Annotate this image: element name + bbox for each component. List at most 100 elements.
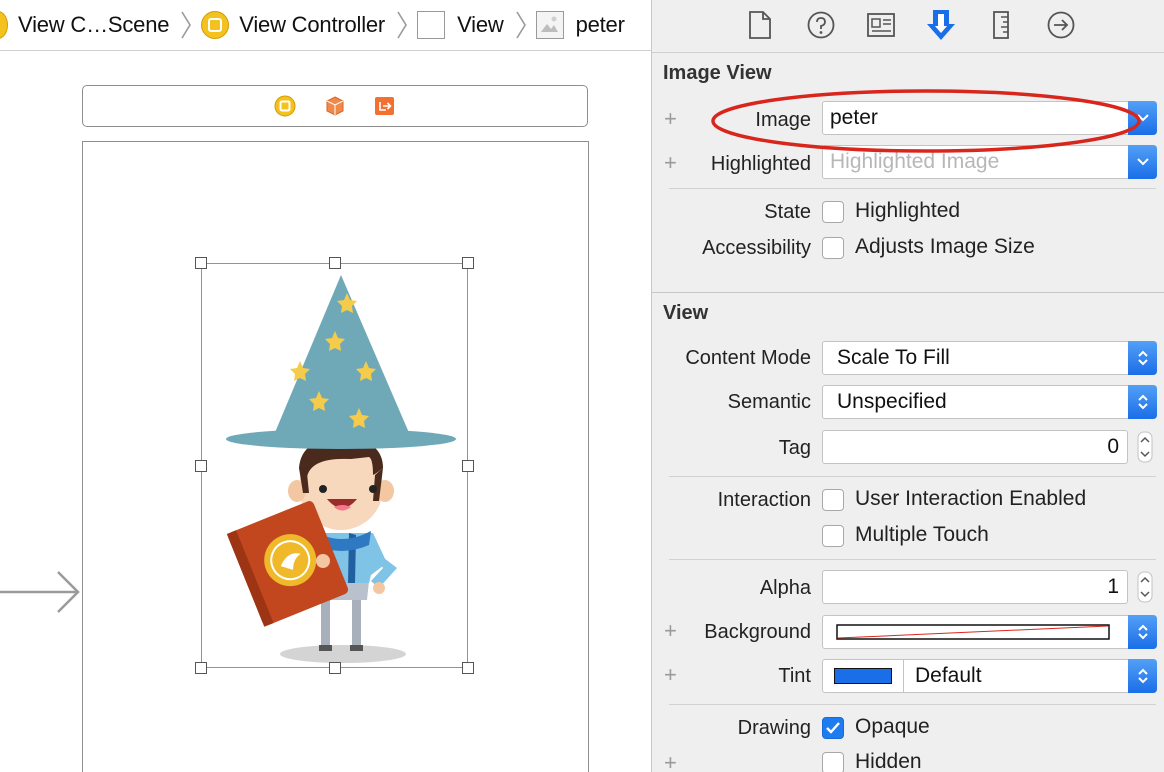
adjusts-image-size-checkbox[interactable] [822,237,844,259]
view-icon [417,11,446,39]
opaque-checkbox[interactable] [822,717,844,739]
divider [669,188,1156,189]
multiple-touch-checkbox[interactable] [822,525,844,547]
chevron-right-icon [181,11,192,39]
tag-field[interactable]: 0 [822,430,1128,464]
clear-color-swatch [836,624,1110,640]
stepper-arrows-icon [1137,571,1153,603]
view-controller-icon[interactable] [274,95,296,117]
adjusts-image-size-label: Adjusts Image Size [855,235,1035,258]
drawing-label: Drawing [737,717,811,739]
content-mode-label: Content Mode [685,347,811,369]
resize-handle[interactable] [462,460,474,472]
breadcrumb-item-scene[interactable]: View C…Scene [0,0,169,50]
hidden-checkbox[interactable] [822,752,844,772]
breadcrumb-label: View [457,12,504,37]
interaction-label: Interaction [717,489,811,511]
file-inspector-icon[interactable] [742,9,778,41]
multiple-touch-label: Multiple Touch [855,523,989,546]
tag-value: 0 [1107,435,1119,458]
user-interaction-enabled-label: User Interaction Enabled [855,487,1087,510]
checkmark-icon [826,722,840,734]
background-color-popup[interactable] [822,615,1157,649]
breadcrumb-label: peter [575,12,625,37]
resize-handle[interactable] [195,257,207,269]
storyboard-canvas: View C…Scene View Controller View peter [0,0,651,772]
user-interaction-enabled-checkbox[interactable] [822,489,844,511]
tint-swatch-well[interactable] [823,660,904,692]
highlighted-label: Highlighted [710,153,811,175]
breadcrumb: View C…Scene View Controller View peter [0,0,651,51]
breadcrumb-label: View Controller [239,12,386,37]
add-variation-button[interactable]: + [664,152,677,174]
semantic-popup-button[interactable] [1128,385,1157,419]
image-view-selection[interactable] [201,263,468,668]
identity-inspector-icon[interactable] [863,9,899,41]
up-down-chevron-icon [1137,350,1148,366]
tint-label: Tint [778,665,811,687]
divider [669,476,1156,477]
tint-color-swatch [834,668,892,684]
attributes-inspector: Image View + Image peter + Highlighted H… [651,0,1164,772]
chevron-right-icon [397,11,408,39]
content-mode-value: Scale To Fill [837,346,950,369]
up-down-chevron-icon [1137,668,1148,684]
alpha-label: Alpha [759,577,811,599]
content-mode-popup-button[interactable] [1128,341,1157,375]
size-inspector-icon[interactable] [983,9,1019,41]
initial-view-controller-arrow-icon[interactable] [0,570,82,614]
background-popup-button[interactable] [1128,615,1157,649]
up-down-chevron-icon [1137,394,1148,410]
semantic-popup[interactable]: Unspecified [822,385,1157,419]
alpha-value: 1 [1107,575,1119,598]
attributes-inspector-icon[interactable] [923,9,959,41]
highlighted-checkbox[interactable] [822,201,844,223]
inspector-tab-bar [652,0,1164,53]
connections-inspector-icon[interactable] [1043,9,1079,41]
tag-label: Tag [778,437,811,459]
breadcrumb-item-view-controller[interactable]: View Controller [201,0,385,50]
add-variation-button[interactable]: + [664,752,677,772]
resize-handle[interactable] [195,460,207,472]
semantic-value: Unspecified [837,390,947,413]
add-variation-button[interactable]: + [664,620,677,642]
opaque-label: Opaque [855,715,930,738]
divider [669,704,1156,705]
view-section-title: View [663,302,709,324]
stepper-arrows-icon [1137,431,1153,463]
alpha-field[interactable]: 1 [822,570,1128,604]
up-down-chevron-icon [1137,624,1148,640]
state-label: State [764,201,811,223]
resize-handle[interactable] [462,257,474,269]
breadcrumb-item-image-view[interactable]: peter [535,0,625,50]
add-variation-button[interactable]: + [664,664,677,686]
tint-popup-button[interactable] [1128,659,1157,693]
resize-handle[interactable] [329,662,341,674]
first-responder-icon[interactable] [324,95,346,117]
content-mode-popup[interactable]: Scale To Fill [822,341,1157,375]
background-label: Background [704,621,811,643]
section-separator [652,292,1164,293]
hidden-label: Hidden [855,750,922,772]
breadcrumb-item-view[interactable]: View [417,0,504,50]
resize-handle[interactable] [462,662,474,674]
chevron-right-icon [515,11,526,39]
view-controller-icon [201,11,230,39]
scene-icon [0,11,8,39]
divider [669,559,1156,560]
image-view-section-title: Image View [663,62,772,84]
highlighted-checkbox-label: Highlighted [855,199,961,222]
chevron-down-icon [1136,158,1149,166]
tint-color-popup[interactable]: Default [822,659,1157,693]
scene-dock [82,85,588,127]
alpha-stepper[interactable] [1135,570,1155,604]
exit-icon[interactable] [374,95,396,117]
accessibility-label: Accessibility [702,237,811,259]
image-view-icon [535,11,564,39]
tint-value: Default [915,664,982,687]
add-variation-button[interactable]: + [664,108,677,130]
quick-help-icon[interactable] [803,9,839,41]
tag-stepper[interactable] [1135,430,1155,464]
resize-handle[interactable] [195,662,207,674]
resize-handle[interactable] [329,257,341,269]
